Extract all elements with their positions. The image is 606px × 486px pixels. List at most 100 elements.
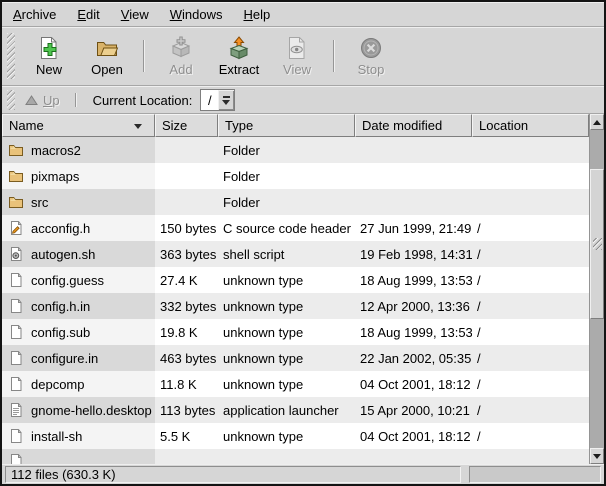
- table-row[interactable]: config.sub19.8 Kunknown type18 Aug 1999,…: [2, 319, 589, 345]
- cell-date: [355, 163, 472, 189]
- text-file-icon: [8, 350, 24, 366]
- scroll-down-icon: [593, 454, 601, 463]
- cell-size: 5.5 K: [155, 423, 218, 449]
- cell-text-size: 11.8 K: [160, 377, 197, 392]
- column-header-label: Date modified: [362, 118, 442, 133]
- cell-location: /: [472, 423, 589, 449]
- toolbar-separator: [143, 40, 145, 72]
- cell-text-location: /: [477, 221, 481, 236]
- add-files-icon: [169, 35, 193, 61]
- cell-text-date: 27 Jun 1999, 21:49: [360, 221, 471, 236]
- table-row[interactable]: config.guess27.4 Kunknown type18 Aug 199…: [2, 267, 589, 293]
- cell-text-name: src: [31, 195, 48, 210]
- table-row[interactable]: autogen.sh363 bytesshell script19 Feb 19…: [2, 241, 589, 267]
- cell-text-type: unknown type: [223, 325, 303, 340]
- open-button[interactable]: Open: [78, 33, 136, 79]
- menu-item-archive[interactable]: Archive: [6, 4, 63, 25]
- table-row[interactable]: src Folder: [2, 189, 589, 215]
- cell-name: acconfig.h: [2, 215, 155, 241]
- cell-location: /: [472, 345, 589, 371]
- cell-type: shell script: [218, 241, 355, 267]
- table-row[interactable]: install-sh5.5 Kunknown type04 Oct 2001, …: [2, 423, 589, 449]
- up-button-label: Up: [43, 93, 60, 108]
- open-archive-icon: [95, 35, 119, 61]
- stop-button[interactable]: Stop: [342, 33, 400, 79]
- menu-item-windows[interactable]: Windows: [163, 4, 230, 25]
- add-button[interactable]: Add: [152, 33, 210, 79]
- cell-text-date: 15 Apr 2000, 10:21: [360, 403, 470, 418]
- table-row-clipped[interactable]: [2, 449, 589, 464]
- location-combo-dropdown-button[interactable]: [218, 90, 234, 110]
- column-header-type[interactable]: Type: [218, 114, 355, 137]
- menu-item-view[interactable]: View: [114, 4, 156, 25]
- cell-text-size: 463 bytes: [160, 351, 216, 366]
- scrollbar-up-button[interactable]: [590, 114, 604, 130]
- cell-text-name: config.guess: [31, 273, 104, 288]
- scrollbar-thumb[interactable]: [590, 169, 604, 319]
- menu-item-edit[interactable]: Edit: [70, 4, 106, 25]
- cell-location: /: [472, 319, 589, 345]
- column-header-label: Size: [162, 118, 187, 133]
- cell-name: src: [2, 189, 155, 215]
- cell-text-name: config.sub: [31, 325, 90, 340]
- column-header-name[interactable]: Name: [2, 114, 155, 137]
- column-header-size[interactable]: Size: [155, 114, 218, 137]
- menu-item-help[interactable]: Help: [236, 4, 277, 25]
- table-body: macros2FolderpixmapsFolder src Folder accon…: [2, 137, 589, 464]
- current-location-label: Current Location:: [93, 93, 193, 108]
- cell-size: 11.8 K: [155, 371, 218, 397]
- view-button[interactable]: View: [268, 33, 326, 79]
- table-header: Name Size Type Date modified Location: [2, 114, 589, 137]
- cell-size: 113 bytes: [155, 397, 218, 423]
- shell-script-icon: [8, 246, 24, 262]
- cell-name: config.guess: [2, 267, 155, 293]
- cell-text-size: 150 bytes: [160, 221, 216, 236]
- cell-text-type: unknown type: [223, 429, 303, 444]
- text-file-icon: [8, 453, 24, 464]
- cell-name: config.h.in: [2, 293, 155, 319]
- column-header-location[interactable]: Location: [472, 114, 589, 137]
- cell-type: Folder: [218, 189, 355, 215]
- cell-location: /: [472, 371, 589, 397]
- cell-size: 463 bytes: [155, 345, 218, 371]
- scrollbar-grip-icon: [593, 238, 602, 250]
- table-row[interactable]: pixmapsFolder: [2, 163, 589, 189]
- toolbar-button-label: Add: [169, 62, 192, 77]
- cell-location: [472, 163, 589, 189]
- toolbar-drag-handle[interactable]: [7, 33, 15, 79]
- statusbar: 112 files (630.3 K): [2, 464, 604, 484]
- folder-icon: [8, 142, 24, 158]
- column-header-date-modified[interactable]: Date modified: [355, 114, 472, 137]
- cell-size: 363 bytes: [155, 241, 218, 267]
- cell-text-type: unknown type: [223, 377, 303, 392]
- table-row[interactable]: configure.in463 bytesunknown type22 Jan …: [2, 345, 589, 371]
- cell-name: config.sub: [2, 319, 155, 345]
- up-arrow-icon: [25, 95, 38, 106]
- cell-text-location: /: [477, 429, 481, 444]
- scrollbar-down-button[interactable]: [590, 448, 604, 464]
- location-combo[interactable]: /: [200, 89, 235, 111]
- cell-type: [218, 449, 355, 464]
- cell-text-date: 22 Jan 2002, 05:35: [360, 351, 471, 366]
- extract-button[interactable]: Extract: [210, 33, 268, 79]
- cell-type: unknown type: [218, 423, 355, 449]
- locbar-drag-handle[interactable]: [7, 90, 15, 110]
- table-row[interactable]: macros2Folder: [2, 137, 589, 163]
- cell-text-name: gnome-hello.desktop: [31, 403, 152, 418]
- cell-location: [472, 449, 589, 464]
- new-button[interactable]: New: [20, 33, 78, 79]
- up-button[interactable]: Up: [20, 91, 68, 110]
- cell-size: 332 bytes: [155, 293, 218, 319]
- cell-size: [155, 449, 218, 464]
- table-row[interactable]: acconfig.h150 bytesC source code header2…: [2, 215, 589, 241]
- locbar-separator: [75, 93, 77, 107]
- vertical-scrollbar[interactable]: [589, 114, 604, 464]
- cell-date: 18 Aug 1999, 13:53: [355, 267, 472, 293]
- scrollbar-trough[interactable]: [590, 130, 604, 448]
- table-row[interactable]: gnome-hello.desktop113 bytesapplication …: [2, 397, 589, 423]
- column-header-label: Location: [479, 118, 528, 133]
- cell-text-location: /: [477, 403, 481, 418]
- table-row[interactable]: depcomp11.8 Kunknown type04 Oct 2001, 18…: [2, 371, 589, 397]
- cell-text-date: 04 Oct 2001, 18:12: [360, 377, 471, 392]
- table-row[interactable]: config.h.in332 bytesunknown type12 Apr 2…: [2, 293, 589, 319]
